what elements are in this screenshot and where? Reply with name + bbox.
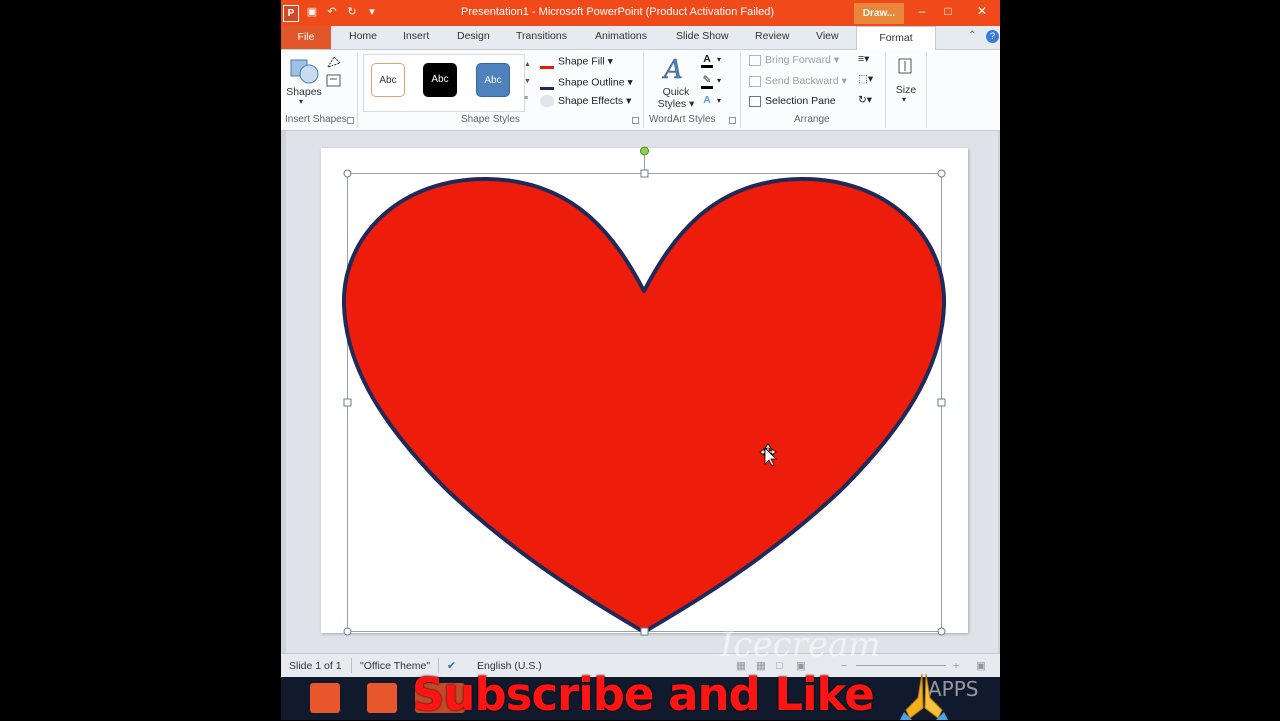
resize-handle-bottom-right[interactable]: [937, 627, 946, 636]
slide-counter: Slide 1 of 1: [289, 660, 342, 672]
resize-handle-bottom-left[interactable]: [343, 627, 352, 636]
resize-handle-right[interactable]: [937, 398, 946, 407]
heart-shape-layer: [341, 146, 947, 636]
zoom-in-icon[interactable]: +: [953, 660, 959, 672]
powerpoint-window: P ▣ ↶ ↻ ▾ Presentation1 - Microsoft Powe…: [281, 0, 1000, 720]
resize-handle-top[interactable]: [640, 169, 649, 178]
heart-shape[interactable]: [341, 176, 947, 634]
rotation-handle[interactable]: [640, 146, 649, 156]
zoom-slider[interactable]: [856, 665, 946, 666]
watermark-logo: Icecream: [720, 625, 881, 665]
resize-handle-left[interactable]: [343, 398, 352, 407]
taskbar-app-icon[interactable]: [310, 683, 340, 713]
resize-handle-top-right[interactable]: [937, 169, 946, 178]
resize-handle-top-left[interactable]: [343, 169, 352, 178]
subscribe-banner: Subscribe and Like: [412, 668, 875, 721]
praying-hands-icon: [900, 673, 948, 720]
resize-handle-bottom[interactable]: [640, 627, 649, 636]
taskbar-camera-icon[interactable]: [367, 683, 397, 713]
status-separator: [351, 658, 352, 673]
fit-slide-icon[interactable]: ▣: [976, 660, 986, 672]
